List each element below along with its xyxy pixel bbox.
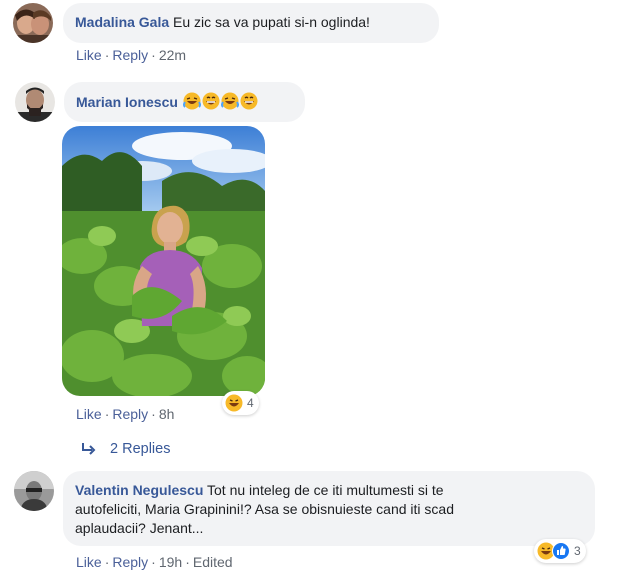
reaction-summary[interactable]: 4 bbox=[222, 391, 259, 415]
reaction-summary[interactable]: 3 bbox=[534, 539, 586, 563]
view-replies-link[interactable]: 2 Replies bbox=[80, 440, 170, 458]
reaction-count: 4 bbox=[247, 396, 254, 410]
grinning-emoji bbox=[202, 92, 220, 110]
like-link[interactable]: Like bbox=[76, 554, 102, 570]
avatar-madalina[interactable] bbox=[13, 3, 53, 43]
like-reaction-icon bbox=[552, 542, 570, 560]
laughing-tears-emoji bbox=[220, 92, 239, 110]
comment-author[interactable]: Valentin Negulescu bbox=[75, 482, 203, 498]
edited-label[interactable]: Edited bbox=[193, 554, 233, 570]
reply-link[interactable]: Reply bbox=[112, 406, 148, 422]
reaction-count: 3 bbox=[574, 544, 581, 558]
haha-reaction-icon bbox=[225, 394, 243, 412]
comment-bubble-1: Madalina Gala Eu zic sa va pupati si-n o… bbox=[63, 3, 439, 43]
like-link[interactable]: Like bbox=[76, 406, 102, 422]
comment-actions: Like · Reply · 8h bbox=[76, 406, 175, 422]
comment-photo[interactable] bbox=[62, 126, 265, 396]
comment-author[interactable]: Marian Ionescu bbox=[76, 94, 178, 110]
timestamp[interactable]: 8h bbox=[159, 406, 175, 422]
like-link[interactable]: Like bbox=[76, 47, 102, 63]
reply-link[interactable]: Reply bbox=[112, 47, 148, 63]
comment-text-line-1: Tot nu inteleg de ce iti multumesti si t… bbox=[207, 482, 444, 498]
replies-label[interactable]: 2 Replies bbox=[110, 441, 170, 457]
laughing-tears-emoji bbox=[182, 92, 201, 110]
grinning-emoji bbox=[240, 92, 258, 110]
avatar-marian[interactable] bbox=[15, 82, 55, 122]
timestamp[interactable]: 22m bbox=[159, 47, 186, 63]
timestamp[interactable]: 19h bbox=[159, 554, 182, 570]
reply-link[interactable]: Reply bbox=[112, 554, 148, 570]
comment-actions: Like · Reply · 19h · Edited bbox=[76, 554, 233, 570]
comment-text-line-2: autofeliciti, Maria Grapinini!? Asa se o… bbox=[75, 501, 454, 517]
reply-arrow-icon bbox=[82, 443, 96, 455]
comment-bubble-2: Marian Ionescu bbox=[64, 82, 305, 122]
comment-author[interactable]: Madalina Gala bbox=[75, 14, 169, 30]
avatar-valentin[interactable] bbox=[14, 471, 54, 511]
comment-text: Eu zic sa va pupati si-n oglinda! bbox=[173, 14, 370, 30]
comment-text-line-3: aplaudacii? Jenant... bbox=[75, 520, 204, 536]
comment-bubble-3: Valentin Negulescu Tot nu inteleg de ce … bbox=[63, 471, 595, 546]
comment-actions: Like · Reply · 22m bbox=[76, 47, 187, 63]
